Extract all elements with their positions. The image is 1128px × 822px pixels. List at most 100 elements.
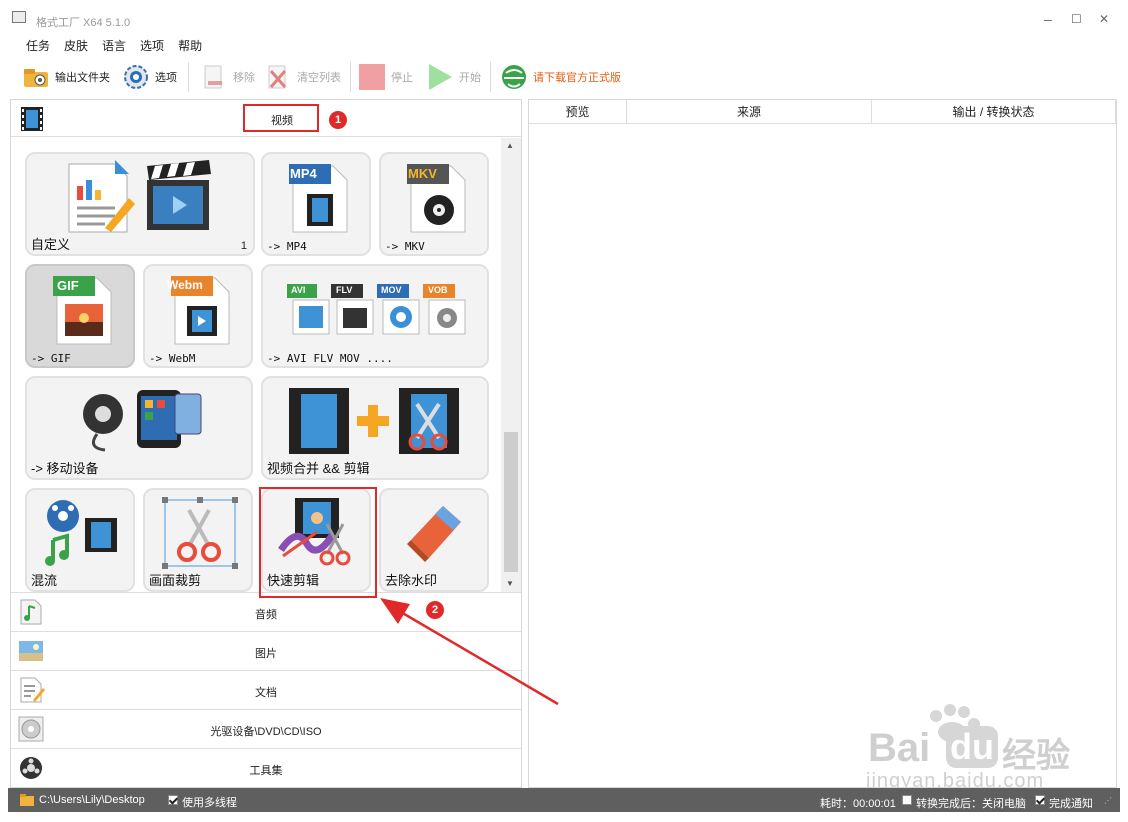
tile-label: -> MKV [385, 240, 425, 253]
format-badge: MKV [408, 166, 437, 181]
after-convert-label: 转换完成后：关闭电脑 [916, 798, 1026, 810]
tile-mkv[interactable]: MKV -> MKV [379, 152, 489, 256]
remove-doc-icon [204, 65, 222, 89]
clear-list-icon [268, 65, 287, 89]
toolbar-divider [350, 62, 351, 92]
app-logo-icon [12, 11, 26, 23]
tile-gif[interactable]: GIF -> GIF [25, 264, 135, 368]
menu-task[interactable]: 任务 [26, 37, 50, 53]
column-source[interactable]: 来源 [627, 100, 872, 124]
highlight-quick-cut [259, 487, 377, 598]
after-convert-checkbox[interactable] [902, 795, 912, 805]
format-badge-vob: VOB [428, 285, 448, 295]
notify-checkbox[interactable] [1035, 795, 1045, 805]
options-button[interactable]: 选项 [122, 58, 177, 96]
scroll-down-arrow-icon[interactable]: ▼ [506, 579, 514, 588]
tile-label: -> MP4 [267, 240, 307, 253]
stop-label: 停止 [391, 72, 413, 84]
toolbar-divider [490, 62, 491, 92]
clapperboard-icon [147, 160, 211, 230]
category-label: 工具集 [249, 765, 283, 777]
remove-button[interactable]: 移除 [200, 58, 255, 96]
tile-remove-watermark[interactable]: 去除水印 [379, 488, 489, 592]
title-bar: 格式工厂 X64 5.1.0 – ☐ ✕ [0, 0, 1128, 34]
tile-custom[interactable]: 自定义 1 [25, 152, 255, 256]
tile-webm[interactable]: Webm -> WebM [143, 264, 253, 368]
notify-label: 完成通知 [1049, 798, 1093, 810]
tile-count: 1 [240, 240, 247, 252]
tile-mux[interactable]: 混流 [25, 488, 135, 592]
folder-icon [24, 69, 48, 87]
multithread-checkbox[interactable] [168, 795, 178, 805]
gif-file-icon [53, 276, 112, 345]
output-path[interactable]: C:\Users\Lily\Desktop [39, 794, 145, 806]
column-output-status[interactable]: 输出 / 转换状态 [872, 100, 1116, 124]
toolbar: 输出文件夹 选项 移除 清空列表 停止 开始 请下载官方正式版 [0, 58, 1128, 96]
options-label: 选项 [155, 72, 177, 84]
format-badge: MP4 [290, 166, 317, 181]
gear-icon [124, 65, 148, 89]
format-badge: Webm [167, 278, 203, 292]
tile-label: -> WebM [149, 352, 196, 365]
tool-grid-scrollbar[interactable]: ▲ ▼ [501, 138, 521, 592]
maximize-button[interactable]: ☐ [1071, 12, 1082, 26]
globe-download-icon [502, 65, 526, 89]
format-badge-flv: FLV [336, 285, 353, 295]
mobile-device-icon [83, 390, 202, 452]
eraser-icon [407, 506, 461, 562]
start-button[interactable]: 开始 [426, 58, 481, 96]
play-icon [429, 64, 452, 90]
output-folder-button[interactable]: 输出文件夹 [22, 58, 110, 96]
multithread-label: 使用多线程 [182, 797, 237, 809]
step-badge-1: 1 [329, 111, 347, 129]
close-button[interactable]: ✕ [1099, 12, 1109, 26]
category-label: 光驱设备\DVD\CD\ISO [210, 726, 322, 738]
output-folder-label: 输出文件夹 [55, 72, 110, 84]
minimize-button[interactable]: – [1044, 12, 1052, 26]
tile-video-join-cut[interactable]: 视频合并 && 剪辑 [261, 376, 489, 480]
tile-mobile-device[interactable]: -> 移动设备 [25, 376, 253, 480]
join-and-cut-icon [289, 388, 459, 454]
scroll-thumb[interactable] [504, 432, 518, 572]
elapsed-time: 耗时：00:00:01 [820, 798, 896, 810]
crop-icon [162, 497, 238, 569]
watermark-brand-b: du [946, 726, 998, 768]
tile-label: -> GIF [31, 352, 71, 365]
format-badge: GIF [57, 278, 79, 293]
stop-button[interactable]: 停止 [358, 58, 413, 96]
document-chart-icon [68, 160, 135, 233]
task-list-panel: 预览 来源 输出 / 转换状态 [528, 99, 1117, 788]
menu-help[interactable]: 帮助 [178, 37, 202, 53]
start-label: 开始 [459, 72, 481, 84]
category-optical-disc[interactable]: 光驱设备\DVD\CD\ISO [11, 709, 521, 748]
download-official-link[interactable]: 请下载官方正式版 [500, 58, 621, 96]
status-bar: C:\Users\Lily\Desktop 使用多线程 耗时：00:00:01 … [8, 788, 1120, 812]
tile-label: 自定义 [31, 237, 71, 252]
clear-list-button[interactable]: 清空列表 [264, 58, 341, 96]
tile-label: 视频合并 && 剪辑 [267, 461, 370, 476]
annotation-arrow-icon [380, 598, 559, 706]
column-preview[interactable]: 预览 [529, 100, 627, 124]
download-label: 请下载官方正式版 [533, 72, 621, 84]
tile-label: 画面裁剪 [149, 573, 202, 588]
highlight-video-header [243, 104, 319, 132]
remove-label: 移除 [233, 72, 255, 84]
tile-crop[interactable]: 画面裁剪 [143, 488, 253, 592]
menu-language[interactable]: 语言 [102, 37, 126, 53]
folder-icon [20, 794, 34, 806]
format-badge-mov: MOV [381, 285, 402, 295]
menu-bar: 任务 皮肤 语言 选项 帮助 [26, 37, 202, 53]
mux-icon [45, 500, 117, 566]
category-toolset[interactable]: 工具集 [11, 748, 521, 787]
tile-label: 混流 [31, 573, 58, 588]
clear-list-label: 清空列表 [297, 72, 341, 84]
scroll-up-arrow-icon[interactable]: ▲ [506, 141, 514, 150]
video-tool-grid: 自定义 1 MP4 -> MP4 MKV -> MKV GIF -> GIF W… [11, 138, 501, 592]
tile-mp4[interactable]: MP4 -> MP4 [261, 152, 371, 256]
resize-grip-icon[interactable]: ⋰ [1104, 796, 1112, 805]
format-badge-avi: AVI [291, 285, 306, 295]
watermark-brand-a: Bai [868, 726, 931, 770]
tile-avi-flv-mov[interactable]: AVI FLV MOV VOB -> AVI FLV MOV .... [261, 264, 489, 368]
menu-skin[interactable]: 皮肤 [64, 37, 88, 53]
menu-options[interactable]: 选项 [140, 37, 164, 53]
